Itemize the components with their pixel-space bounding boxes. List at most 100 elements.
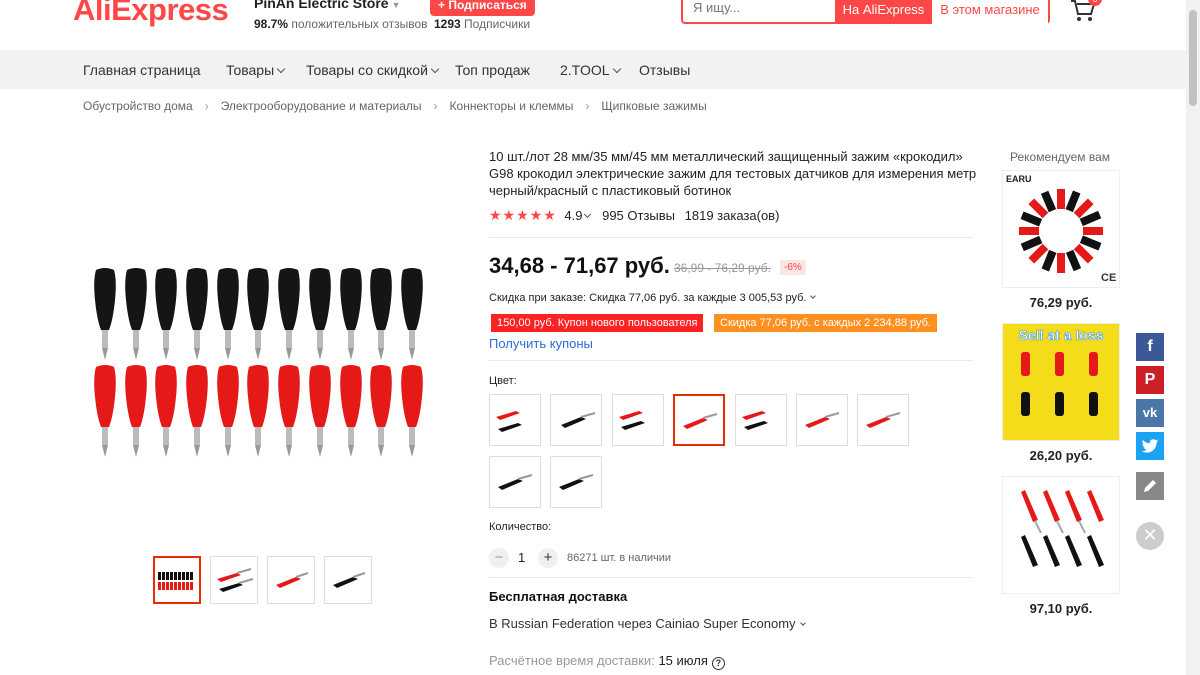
- chevron-down-icon: [584, 210, 592, 219]
- color-variant[interactable]: [550, 456, 602, 508]
- variant-image: [498, 474, 533, 490]
- subscribe-button[interactable]: + Подписаться: [430, 0, 535, 16]
- search-aliexpress-button[interactable]: На AliExpress: [835, 0, 932, 24]
- nav-tool[interactable]: 2.TOOL: [560, 62, 621, 78]
- quantity-decrease-button[interactable]: −: [489, 548, 509, 568]
- thumbnail-image: [276, 572, 309, 588]
- quantity-value[interactable]: 1: [518, 550, 525, 565]
- recommend-title: Рекомендуем вам: [1010, 150, 1111, 164]
- color-variant[interactable]: [796, 394, 848, 446]
- shipping-method[interactable]: В Russian Federation через Cainiao Super…: [489, 616, 806, 631]
- divider: [489, 360, 973, 361]
- facebook-share-button[interactable]: f: [1136, 333, 1164, 361]
- color-label: Цвет:: [489, 375, 517, 387]
- breadcrumb: Обустройство дома › Электрооборудование и …: [83, 99, 707, 113]
- vk-share-button[interactable]: vk: [1136, 399, 1164, 427]
- scrollbar-thumb[interactable]: [1189, 10, 1197, 106]
- color-variant[interactable]: [489, 456, 541, 508]
- chevron-down-icon: [810, 293, 817, 299]
- variant-image: [496, 411, 522, 432]
- vk-icon: vk: [1142, 405, 1158, 420]
- nav-sale[interactable]: Товары со скидкой: [306, 62, 440, 78]
- banner-label: Sell at a loss: [1019, 327, 1104, 343]
- product-main-image[interactable]: [85, 255, 445, 470]
- variant-image: [561, 412, 596, 428]
- get-coupons-link[interactable]: Получить купоны: [489, 336, 593, 351]
- thumbnail[interactable]: [210, 556, 258, 604]
- color-variant[interactable]: [550, 394, 602, 446]
- help-icon[interactable]: ?: [711, 657, 725, 670]
- search-store-button[interactable]: В этом магазине: [932, 0, 1048, 24]
- chevron-down-icon: [612, 64, 621, 74]
- search-input[interactable]: [693, 0, 833, 15]
- caret-down-icon: ▼: [391, 0, 401, 10]
- discount-badge: -6%: [780, 260, 806, 275]
- breadcrumb-item[interactable]: Обустройство дома: [83, 99, 193, 113]
- store-nav: Главная страница Товары Товары со скидко…: [0, 50, 1186, 89]
- divider: [489, 237, 973, 238]
- thumbnail-image: [333, 572, 366, 588]
- new-user-coupon[interactable]: 150,00 руб. Купон нового пользователя: [491, 314, 704, 332]
- thumbnail[interactable]: [153, 556, 201, 604]
- thumbnail[interactable]: [267, 556, 315, 604]
- close-share-button[interactable]: ✕: [1136, 522, 1164, 550]
- recommend-price: 26,20 руб.: [1029, 448, 1093, 463]
- breadcrumb-item[interactable]: Коннекторы и клеммы: [450, 99, 574, 113]
- recommend-item[interactable]: Sell at a loss 26,20 руб.: [1002, 323, 1120, 463]
- orders-count: 1819 заказа(ов): [684, 208, 780, 223]
- recommend-image: EARU CE: [1002, 170, 1120, 288]
- discount-coupon[interactable]: Скидка 77,06 руб. с каждых 2 234,88 руб.: [714, 314, 937, 332]
- store-rating: 98.7% положительных отзывов: [254, 17, 428, 31]
- recommend-item[interactable]: 97,10 руб.: [1002, 476, 1120, 616]
- price: 34,68 - 71,67 руб.: [489, 253, 670, 278]
- recommend-item[interactable]: EARU CE 76,29 руб.: [1002, 170, 1120, 310]
- store-name[interactable]: PinAn Electric Store ▼: [254, 0, 401, 11]
- color-variant-selected[interactable]: [673, 394, 725, 446]
- nav-reviews[interactable]: Отзывы: [639, 62, 690, 78]
- rating-stars: ★★★★★: [489, 207, 557, 223]
- nav-products[interactable]: Товары: [226, 62, 286, 78]
- variant-image: [742, 411, 768, 430]
- breadcrumb-item[interactable]: Щипковые зажимы: [601, 99, 706, 113]
- pinterest-icon: P: [1144, 371, 1156, 388]
- edit-button[interactable]: [1136, 472, 1164, 500]
- thumbnail[interactable]: [324, 556, 372, 604]
- twitter-icon: [1141, 439, 1159, 453]
- thumbnail-image: [217, 568, 254, 592]
- rating-value[interactable]: 4.9: [564, 208, 582, 223]
- chevron-right-icon: ›: [433, 99, 438, 113]
- chevron-right-icon: ›: [585, 99, 590, 113]
- product-title: 10 шт./лот 28 мм/35 мм/45 мм металлическ…: [489, 149, 977, 198]
- variant-image: [866, 412, 901, 428]
- cart-button[interactable]: 0: [1070, 0, 1102, 28]
- pencil-icon: [1144, 480, 1156, 492]
- recommend-image: Sell at a loss: [1002, 323, 1120, 441]
- page: AliExpress™ PinAn Electric Store▼ 98.7% …: [0, 0, 1200, 675]
- quantity-increase-button[interactable]: +: [538, 548, 558, 568]
- search-box: На AliExpress В этом магазине: [681, 0, 1050, 24]
- variant-image: [683, 413, 718, 429]
- aliexpress-logo[interactable]: AliExpress™: [73, 0, 237, 28]
- order-discount[interactable]: Скидка при заказе: Скидка 77,06 руб. за …: [489, 292, 817, 304]
- color-variant[interactable]: [612, 394, 664, 446]
- thumbnail-image: [158, 572, 193, 590]
- color-variant[interactable]: [735, 394, 787, 446]
- stock-count: 86271 шт. в наличии: [567, 552, 672, 564]
- scrollbar[interactable]: [1186, 0, 1200, 675]
- followers-count: 1293 Подписчики: [434, 17, 531, 31]
- variant-image: [619, 411, 645, 430]
- breadcrumb-item[interactable]: Электрооборудование и материалы: [221, 99, 422, 113]
- color-variant[interactable]: [857, 394, 909, 446]
- color-variant[interactable]: [489, 394, 541, 446]
- reviews-link[interactable]: 995 Отзывы: [602, 208, 675, 223]
- pinterest-share-button[interactable]: P: [1136, 366, 1164, 394]
- quantity-label: Количество:: [489, 521, 552, 533]
- delivery-estimate: Расчётное время доставки: 15 июля?: [489, 653, 725, 670]
- nav-home[interactable]: Главная страница: [83, 62, 201, 78]
- close-icon: ✕: [1142, 525, 1158, 545]
- nav-top-sales[interactable]: Топ продаж: [455, 62, 530, 78]
- chevron-down-icon: [430, 64, 440, 74]
- chevron-right-icon: ›: [204, 99, 209, 113]
- twitter-share-button[interactable]: [1136, 432, 1164, 460]
- old-price: 36,99 - 76,29 руб.: [674, 261, 771, 275]
